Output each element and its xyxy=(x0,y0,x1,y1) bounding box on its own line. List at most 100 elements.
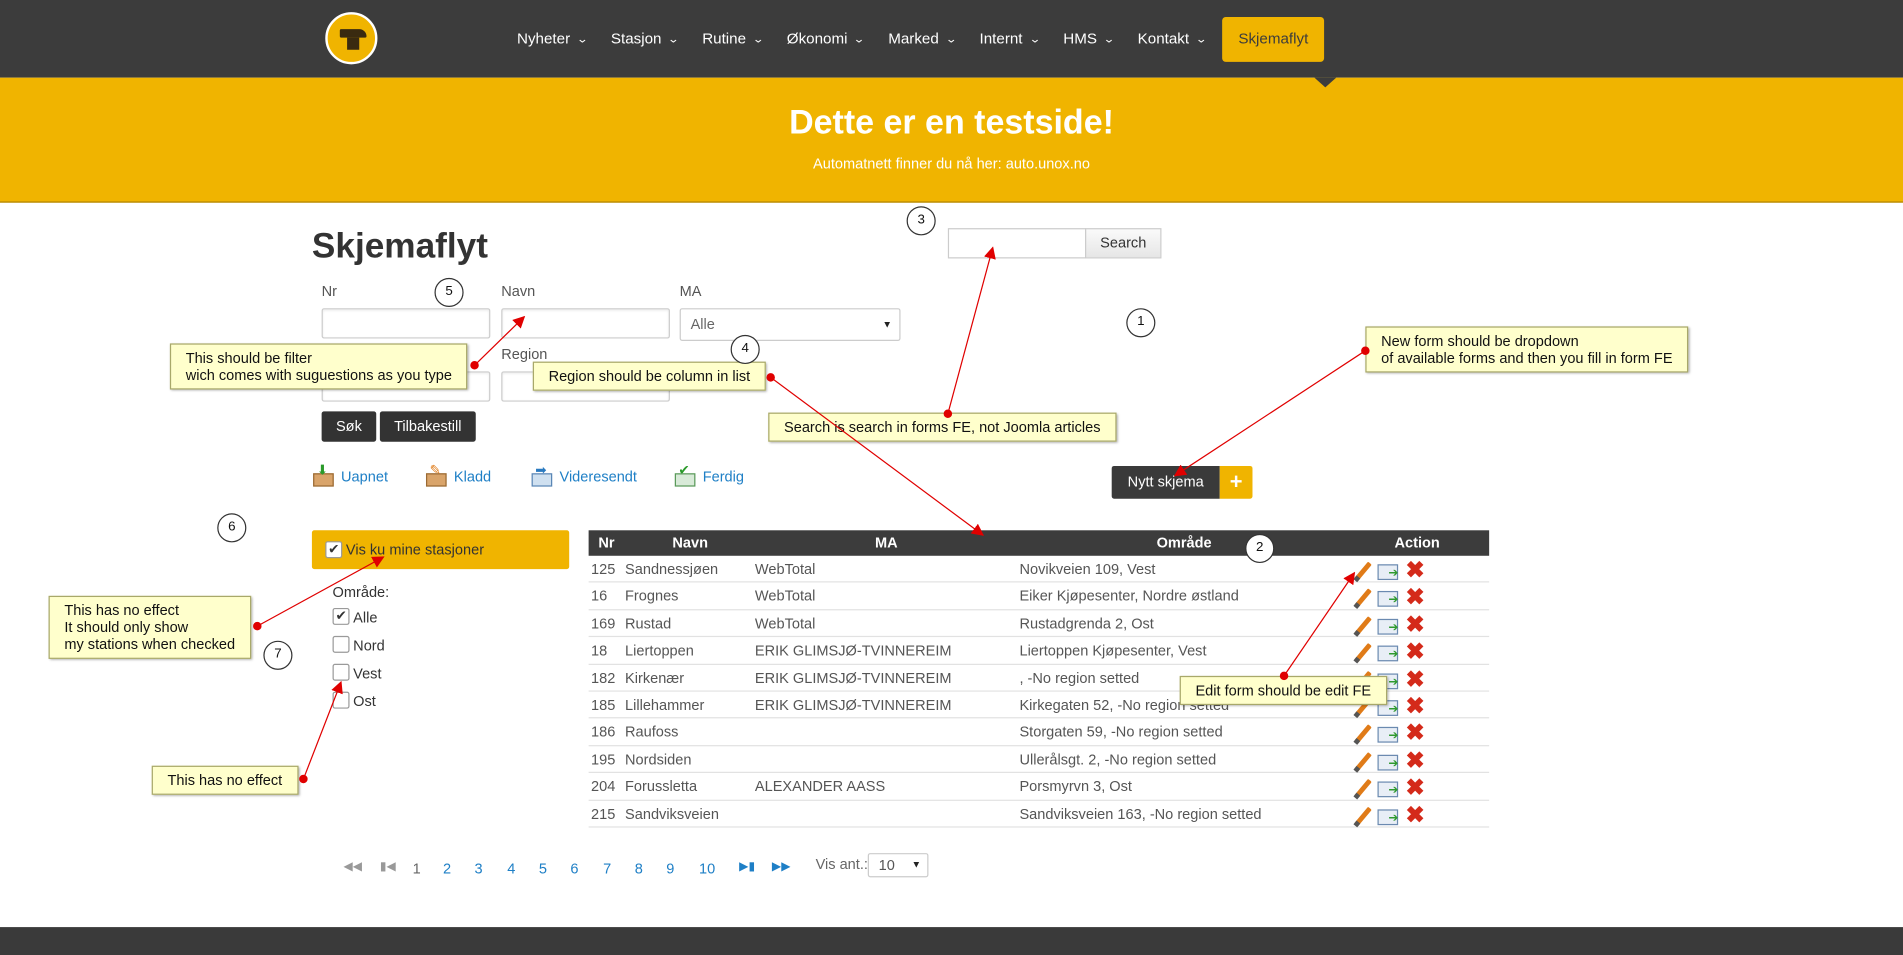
forward-mail-icon[interactable] xyxy=(1377,778,1399,800)
next-page-icon[interactable]: ▶▮ xyxy=(739,860,755,873)
sok-button[interactable]: Søk xyxy=(321,411,377,442)
area-checkbox-nord[interactable] xyxy=(332,635,350,653)
banner-subtitle: Automatnett finner du nå her: auto.unox.… xyxy=(813,155,1090,173)
table-row[interactable]: 18 Liertoppen ERIK GLIMSJØ-TVINNEREIM Liert… xyxy=(588,637,1490,665)
col-action: Action xyxy=(1394,533,1440,551)
ma-label: MA xyxy=(679,282,702,300)
edit-pencil-icon[interactable] xyxy=(1352,615,1374,637)
forward-mail-icon[interactable] xyxy=(1377,642,1399,664)
page-link[interactable]: 5 xyxy=(539,860,547,877)
edit-pencil-icon[interactable] xyxy=(1352,805,1374,827)
edit-pencil-icon[interactable] xyxy=(1352,778,1374,800)
edit-pencil-icon[interactable] xyxy=(1352,561,1374,583)
last-page-icon[interactable]: ▶▶ xyxy=(772,860,791,873)
area-checkbox-ost[interactable] xyxy=(332,691,350,709)
area-checkbox-vest[interactable] xyxy=(332,663,350,681)
table-row[interactable]: 215 Sandviksveien Sandviksveien 163, -No r… xyxy=(588,800,1490,828)
col-navn[interactable]: Navn xyxy=(672,534,708,551)
edit-pencil-icon[interactable] xyxy=(1352,642,1374,664)
delete-x-icon[interactable]: ✖ xyxy=(1404,668,1426,691)
forward-mail-icon[interactable] xyxy=(1377,751,1399,773)
note-area-effect: This has no effect xyxy=(151,765,298,795)
delete-x-icon[interactable]: ✖ xyxy=(1404,777,1426,800)
delete-x-icon[interactable]: ✖ xyxy=(1404,587,1426,610)
my-stations-checkbox[interactable]: ✔ xyxy=(325,541,343,559)
page-title: Skjemaflyt xyxy=(311,226,488,266)
cell-ma: WebTotal xyxy=(754,614,816,632)
first-page-icon[interactable]: ◀◀ xyxy=(343,860,362,873)
forward-mail-icon[interactable] xyxy=(1377,561,1399,583)
cell-omrade: Eiker Kjøpesenter, Nordre østland xyxy=(1019,587,1239,605)
area-checkbox-alle[interactable]: ✔ xyxy=(332,607,350,625)
page-link[interactable]: 8 xyxy=(635,860,643,877)
new-form-button[interactable]: Nytt skjema xyxy=(1111,465,1220,499)
anvil-icon xyxy=(339,29,367,38)
ma-select[interactable]: Alle ▼ xyxy=(679,308,901,341)
nav-item-hms[interactable]: HMS ⌄ xyxy=(1051,17,1125,62)
forward-mail-icon[interactable] xyxy=(1377,805,1399,827)
nav-item-rutine[interactable]: Rutine ⌄ xyxy=(690,17,775,62)
table-row[interactable]: 186 Raufoss Storgaten 59, -No region sette… xyxy=(588,719,1490,746)
plus-icon[interactable]: + xyxy=(1219,465,1253,499)
search-button[interactable]: Search xyxy=(1085,228,1162,259)
delete-x-icon[interactable]: ✖ xyxy=(1404,641,1426,664)
delete-x-icon[interactable]: ✖ xyxy=(1404,614,1426,637)
page-link[interactable]: 6 xyxy=(570,860,578,877)
status-link-videresendt[interactable]: ➡ Videresendt xyxy=(530,464,637,488)
nr-input[interactable] xyxy=(321,308,491,339)
col-nr[interactable]: Nr xyxy=(598,534,614,551)
site-logo[interactable] xyxy=(325,12,378,65)
cell-omrade: Storgaten 59, -No region setted xyxy=(1019,723,1223,741)
status-link-ferdig[interactable]: ✔ Ferdig xyxy=(674,464,744,488)
cell-navn: Kirkenær xyxy=(625,669,685,687)
status-link-kladd[interactable]: ✎ Kladd xyxy=(425,464,491,488)
page-link[interactable]: 3 xyxy=(475,860,483,877)
my-stations-toggle[interactable]: ✔ Vis ku mine stasjoner xyxy=(311,530,570,570)
delete-x-icon[interactable]: ✖ xyxy=(1404,804,1426,827)
marker-3: 3 xyxy=(906,206,936,236)
table-header: Nr Navn MA Område Action xyxy=(588,530,1490,556)
table-row[interactable]: 16 Frognes WebTotal Eiker Kjøpesenter, Nord… xyxy=(588,583,1490,611)
col-omrade[interactable]: Område xyxy=(1157,534,1212,551)
page-size-select[interactable]: 10 ▼ xyxy=(867,853,929,878)
page-link[interactable]: 10 xyxy=(699,860,715,877)
table-row[interactable]: 195 Nordsiden Ullerålsgt. 2, -No region se… xyxy=(588,746,1490,774)
delete-x-icon[interactable]: ✖ xyxy=(1404,559,1426,582)
navn-input[interactable] xyxy=(501,308,670,339)
delete-x-icon[interactable]: ✖ xyxy=(1404,695,1426,718)
table-row[interactable]: 169 Rustad WebTotal Rustadgrenda 2, Ost ✖ xyxy=(588,610,1490,638)
edit-pencil-icon[interactable] xyxy=(1352,724,1374,746)
page-link[interactable]: 4 xyxy=(507,860,515,877)
nav-item-internt[interactable]: Internt ⌄ xyxy=(967,17,1051,62)
cell-nr: 215 xyxy=(591,805,616,823)
reset-button[interactable]: Tilbakestill xyxy=(379,411,476,442)
page-link[interactable]: 9 xyxy=(666,860,674,877)
note-search: Search is search in forms FE, not Joomla… xyxy=(768,412,1117,442)
table-row[interactable]: 125 Sandnessjøen WebTotal Novikveien 109, V… xyxy=(588,556,1490,583)
col-ma[interactable]: MA xyxy=(875,534,898,551)
forward-mail-icon[interactable] xyxy=(1377,588,1399,610)
nav-item-stasjon[interactable]: Stasjon ⌄ xyxy=(599,17,690,62)
nav-item-marked[interactable]: Marked ⌄ xyxy=(876,17,967,62)
forward-mail-icon[interactable] xyxy=(1377,615,1399,637)
nav-item-nyheter[interactable]: Nyheter ⌄ xyxy=(505,17,599,62)
forward-mail-icon[interactable] xyxy=(1377,724,1399,746)
delete-x-icon[interactable]: ✖ xyxy=(1404,722,1426,745)
nav-item-okonomi[interactable]: Økonomi ⌄ xyxy=(775,17,876,62)
nav-item-skjemaflyt[interactable]: Skjemaflyt xyxy=(1222,16,1325,62)
page-link[interactable]: 7 xyxy=(603,860,611,877)
cell-omrade: Sandviksveien 163, -No region setted xyxy=(1019,805,1262,823)
page-link[interactable]: 2 xyxy=(443,860,451,877)
edit-pencil-icon[interactable] xyxy=(1352,751,1374,773)
nav-item-kontakt[interactable]: Kontakt ⌄ xyxy=(1126,17,1218,62)
search-input[interactable] xyxy=(947,228,1087,259)
delete-x-icon[interactable]: ✖ xyxy=(1404,750,1426,773)
page-link[interactable]: 1 xyxy=(413,860,421,877)
prev-page-icon[interactable]: ▮◀ xyxy=(380,860,396,873)
note-region: Region should be column in list xyxy=(532,361,766,391)
table-row[interactable]: 204 Forussletta ALEXANDER AASS Porsmyrvn 3,… xyxy=(588,773,1490,801)
edit-pencil-icon[interactable] xyxy=(1352,588,1374,610)
arrow-new-form xyxy=(1173,350,1366,477)
status-link-uapnet[interactable]: ⬇ Uapnet xyxy=(312,464,388,488)
cell-navn: Sandviksveien xyxy=(625,805,719,823)
